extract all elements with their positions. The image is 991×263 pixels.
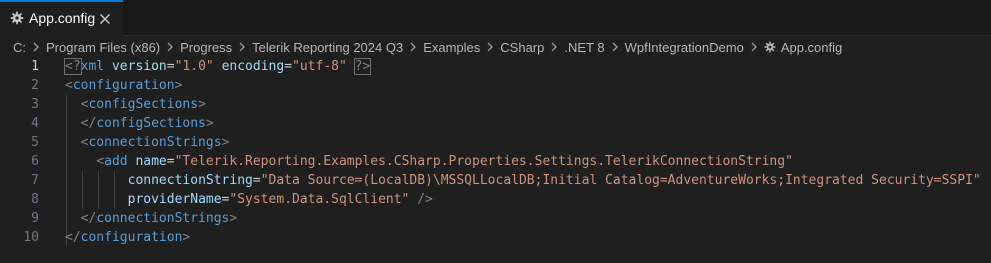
tag-bracket: >	[229, 211, 238, 226]
tab-app-config[interactable]: App.config	[0, 0, 123, 36]
breadcrumb-item-csharp[interactable]: CSharp	[500, 40, 544, 55]
attr-name: connectionString	[127, 173, 253, 188]
breadcrumb: C: Program Files (x86) Progress Telerik …	[13, 38, 842, 56]
line-number: 6	[31, 154, 39, 169]
code-line: connectionString="Data Source=(LocalDB)\…	[65, 171, 981, 190]
line-number: 4	[31, 116, 39, 131]
attr-value: "utf-8"	[292, 59, 347, 74]
breadcrumb-item-telerik-reporting[interactable]: Telerik Reporting 2024 Q3	[252, 40, 403, 55]
line-number: 2	[31, 78, 39, 93]
chevron-right-icon	[487, 42, 494, 52]
tag-bracket: >	[205, 116, 214, 131]
tag-bracket: >	[198, 97, 206, 112]
chevron-right-icon	[167, 42, 174, 52]
line-number: 5	[31, 135, 39, 150]
code-line: <configSections>	[65, 95, 206, 114]
attr-value: "Data Source=(LocalDB)\MSSQLLocalDB;Init…	[260, 173, 981, 188]
tag-name: connectionStrings	[88, 135, 222, 150]
attr-value: "Telerik.Reporting.Examples.CSharp.Prope…	[174, 154, 793, 169]
attr-name: encoding	[221, 59, 285, 74]
xml-decl-name: xml	[80, 59, 105, 74]
equals: =	[284, 59, 293, 74]
tag-name: configSections	[88, 97, 199, 112]
gear-icon	[764, 41, 776, 53]
tag-bracket: >	[174, 78, 183, 93]
breadcrumb-item-net8[interactable]: .NET 8	[564, 40, 604, 55]
attr-value: "1.0"	[174, 59, 214, 74]
line-number: 10	[23, 230, 39, 245]
tag-bracket: />	[417, 192, 433, 207]
code-line: </configuration>	[65, 228, 190, 247]
gear-icon	[10, 11, 24, 25]
chevron-right-icon	[551, 42, 558, 52]
tag-bracket: >	[221, 135, 230, 150]
tag-bracket: <	[96, 154, 105, 169]
tab-bar: App.config	[0, 0, 991, 36]
xml-decl-open: <?	[64, 58, 82, 75]
xml-decl-close: ?>	[353, 58, 372, 75]
line-number: 8	[31, 192, 39, 207]
line-number: 9	[31, 211, 39, 226]
attr-value: "System.Data.SqlClient"	[229, 192, 410, 207]
tag-name: add	[104, 154, 128, 169]
code-line: </configSections>	[65, 114, 214, 133]
line-number: 3	[31, 97, 39, 112]
code-line: <connectionStrings>	[65, 133, 230, 152]
code-line: <configuration>	[65, 76, 182, 95]
code-line: providerName="System.Data.SqlClient" />	[65, 190, 433, 209]
tag-name: configuration	[72, 78, 175, 93]
tag-bracket: >	[182, 230, 191, 245]
breadcrumb-item-program-files[interactable]: Program Files (x86)	[46, 40, 160, 55]
code-editor[interactable]: 1 2 3 4 5 6 7 8 9 10 <?xml version="1.0"…	[0, 57, 991, 263]
tag-bracket: <	[65, 78, 73, 93]
tag-name: configSections	[96, 116, 206, 131]
chevron-right-icon	[612, 42, 618, 52]
tag-name: connectionStrings	[96, 211, 230, 226]
equals: =	[252, 173, 261, 188]
chevron-right-icon	[33, 42, 39, 52]
code-line: </connectionStrings>	[65, 209, 238, 228]
attr-name: version	[111, 59, 167, 74]
equals: =	[166, 154, 175, 169]
breadcrumb-item-progress[interactable]: Progress	[180, 40, 232, 55]
tab-label: App.config	[29, 10, 96, 26]
code-line: <?xml version="1.0" encoding="utf-8" ?>	[64, 57, 372, 76]
tag-bracket: </	[65, 230, 81, 245]
breadcrumb-item-wpfintegrationdemo[interactable]: WpfIntegrationDemo	[625, 40, 744, 55]
chevron-right-icon	[751, 42, 757, 52]
equals: =	[166, 59, 175, 74]
line-number: 1	[31, 59, 39, 74]
line-number: 7	[31, 173, 39, 188]
code-line: <add name="Telerik.Reporting.Examples.CS…	[65, 152, 793, 171]
attr-name: providerName	[127, 192, 222, 207]
breadcrumb-item-file[interactable]: App.config	[781, 40, 842, 55]
breadcrumb-item-examples[interactable]: Examples	[423, 40, 480, 55]
tag-bracket: </	[80, 211, 97, 226]
attr-name: name	[135, 154, 167, 169]
tag-bracket: </	[80, 116, 97, 131]
tag-name: configuration	[80, 230, 183, 245]
chevron-right-icon	[239, 42, 246, 52]
close-icon[interactable]	[99, 13, 111, 25]
breadcrumb-item-drive[interactable]: C:	[13, 40, 26, 55]
chevron-right-icon	[410, 42, 417, 52]
